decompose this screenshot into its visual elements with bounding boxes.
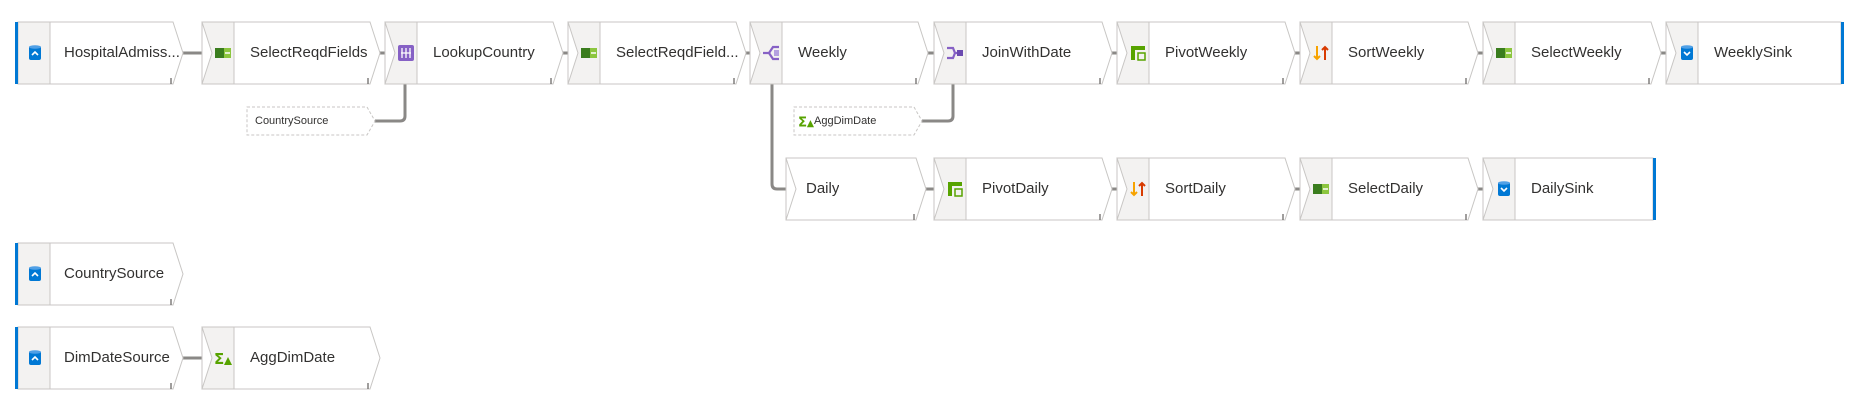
join-wire: [922, 84, 955, 123]
svg-text:Σ: Σ: [798, 115, 807, 129]
data-flow-canvas[interactable]: HospitalAdmiss... SelectReqdFields LookupC…: [0, 0, 1849, 404]
node-label: DailySink: [1531, 180, 1594, 197]
node-country-source[interactable]: CountrySource: [15, 242, 184, 306]
reference-agg-dim-date-ref[interactable]: Σ AggDimDate: [793, 106, 923, 136]
select-icon: [214, 44, 232, 62]
join-icon: [946, 44, 964, 62]
node-select-reqd-fields[interactable]: SelectReqdFields: [201, 21, 381, 85]
node-label: SelectReqdFields: [250, 44, 368, 61]
node-lookup-country[interactable]: LookupCountry: [384, 21, 564, 85]
node-sort-daily[interactable]: SortDaily: [1116, 157, 1296, 221]
node-label: SortDaily: [1165, 180, 1226, 197]
node-join-with-date[interactable]: JoinWithDate: [933, 21, 1113, 85]
node-agg-dim-date[interactable]: Σ AggDimDate: [201, 326, 381, 390]
source-icon: [26, 349, 44, 367]
node-label: Daily: [806, 180, 840, 197]
lookup-icon: [397, 44, 415, 62]
sort-icon: [1129, 180, 1147, 198]
node-label: JoinWithDate: [982, 44, 1072, 61]
reference-label: AggDimDate: [814, 115, 877, 127]
node-label: AggDimDate: [250, 349, 336, 366]
node-pivot-daily[interactable]: PivotDaily: [933, 157, 1113, 221]
node-pivot-weekly[interactable]: PivotWeekly: [1116, 21, 1296, 85]
pivot-icon: [946, 180, 964, 198]
sink-icon: [1678, 44, 1696, 62]
node-label: DimDateSource: [64, 349, 170, 366]
conditional-split-icon: [762, 44, 780, 62]
source-icon: [26, 44, 44, 62]
sort-icon: [1312, 44, 1330, 62]
node-select-weekly[interactable]: SelectWeekly: [1482, 21, 1662, 85]
node-label: HospitalAdmiss...: [64, 44, 180, 61]
node-label: PivotWeekly: [1165, 44, 1248, 61]
node-label: SelectDaily: [1348, 180, 1424, 197]
node-label: Weekly: [798, 44, 847, 61]
node-label: SortWeekly: [1348, 44, 1425, 61]
node-label: CountrySource: [64, 265, 165, 282]
node-label: LookupCountry: [433, 44, 535, 61]
node-label: WeeklySink: [1714, 44, 1793, 61]
node-select-reqd-fields2[interactable]: SelectReqdField...: [567, 21, 747, 85]
node-sort-weekly[interactable]: SortWeekly: [1299, 21, 1479, 85]
branch-wire: [770, 84, 786, 191]
node-label: SelectWeekly: [1531, 44, 1622, 61]
node-label: PivotDaily: [982, 180, 1049, 197]
reference-label: CountrySource: [255, 115, 329, 127]
node-dim-date-source[interactable]: DimDateSource: [15, 326, 184, 390]
aggregate-icon: Σ: [798, 113, 814, 130]
select-icon: [1312, 180, 1330, 198]
node-weekly-sink[interactable]: WeeklySink: [1665, 21, 1844, 85]
node-label: SelectReqdField...: [616, 44, 739, 61]
svg-text:Σ: Σ: [214, 350, 224, 367]
sink-icon: [1495, 180, 1513, 198]
node-weekly[interactable]: Weekly: [749, 21, 929, 85]
lookup-wire: [375, 84, 407, 123]
pivot-icon: [1129, 44, 1147, 62]
aggregate-icon: Σ: [214, 349, 232, 368]
node-select-daily[interactable]: SelectDaily: [1299, 157, 1479, 221]
node-hospital-admissions-source[interactable]: HospitalAdmiss...: [15, 21, 184, 85]
source-icon: [26, 265, 44, 283]
select-icon: [580, 44, 598, 62]
node-daily-sink[interactable]: DailySink: [1482, 157, 1656, 221]
node-daily[interactable]: Daily: [785, 157, 927, 221]
select-icon: [1495, 44, 1513, 62]
reference-country-source-ref[interactable]: CountrySource: [246, 106, 376, 136]
